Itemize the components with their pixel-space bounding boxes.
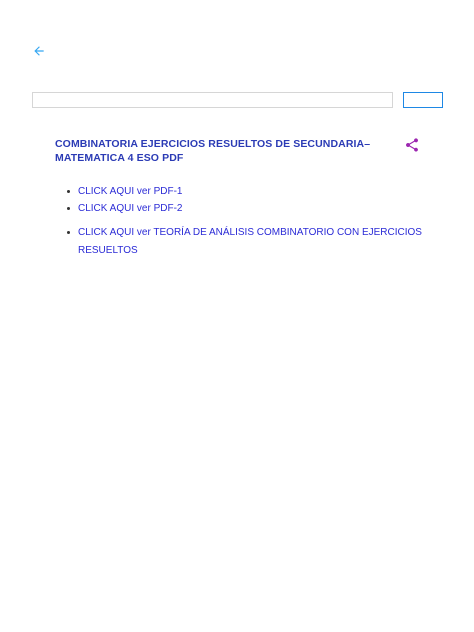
search-input[interactable] (32, 92, 393, 108)
list-item: CLICK AQUI ver TEORÍA DE ANÁLISIS COMBIN… (55, 224, 425, 260)
list-item: CLICK AQUI ver PDF-2 (55, 200, 425, 217)
arrow-left-icon (32, 44, 46, 58)
pdf-link-list: CLICK AQUI ver PDF-1 CLICK AQUI ver PDF-… (55, 183, 425, 217)
search-button[interactable] (403, 92, 443, 108)
pdf-1-link[interactable]: CLICK AQUI ver PDF-1 (78, 186, 182, 197)
back-button[interactable] (30, 42, 48, 60)
share-icon (404, 137, 420, 153)
theory-link[interactable]: CLICK AQUI ver TEORÍA DE ANÁLISIS COMBIN… (78, 227, 422, 256)
post-body: CLICK AQUI ver PDF-1 CLICK AQUI ver PDF-… (55, 183, 425, 260)
share-button[interactable] (404, 137, 420, 153)
search-bar (32, 92, 443, 110)
list-item: CLICK AQUI ver PDF-1 (55, 183, 425, 200)
theory-link-list: CLICK AQUI ver TEORÍA DE ANÁLISIS COMBIN… (55, 224, 425, 260)
pdf-2-link[interactable]: CLICK AQUI ver PDF-2 (78, 203, 182, 214)
post-title: COMBINATORIA EJERCICIOS RESUELTOS DE SEC… (55, 138, 371, 164)
